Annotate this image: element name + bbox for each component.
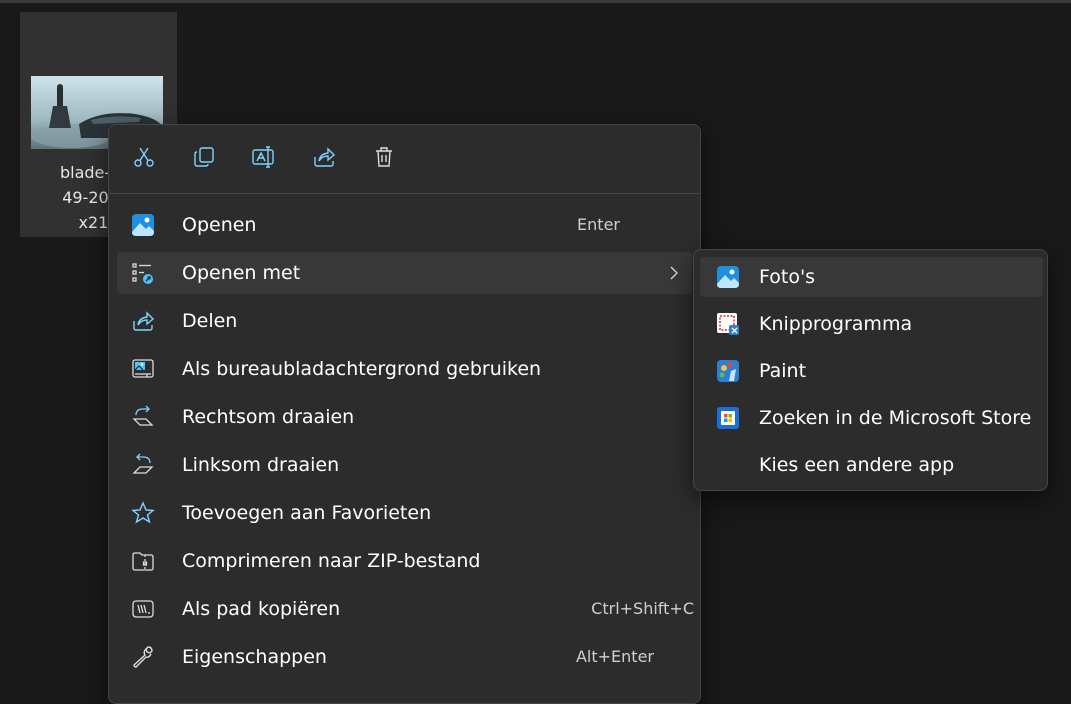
menu-item-label: Openen met xyxy=(182,262,301,284)
menu-item-properties[interactable]: Eigenschappen Alt+Enter xyxy=(117,636,692,678)
menu-item-label: Openen xyxy=(182,214,257,236)
menu-item-shortcut: Alt+Enter xyxy=(575,647,654,666)
share-icon xyxy=(131,309,155,333)
submenu-item-label: Zoeken in de Microsoft Store xyxy=(759,407,1032,429)
photos-icon xyxy=(131,213,155,237)
menu-item-label: Eigenschappen xyxy=(182,646,327,668)
menu-item-shortcut: Ctrl+Shift+C xyxy=(591,599,694,618)
window-top-border xyxy=(0,0,1071,3)
wallpaper-icon xyxy=(131,357,155,381)
menu-item-label: Als pad kopiëren xyxy=(182,598,341,620)
menu-item-set-wallpaper[interactable]: Als bureaubladachtergrond gebruiken xyxy=(117,348,692,390)
share-button[interactable] xyxy=(306,141,342,177)
menu-item-label: Delen xyxy=(182,310,238,332)
copy-path-icon xyxy=(131,597,155,621)
menu-item-shortcut: Enter xyxy=(577,215,620,234)
share-icon xyxy=(312,145,336,173)
snipping-tool-icon xyxy=(716,312,740,336)
submenu-item-photos[interactable]: Foto's xyxy=(700,257,1043,297)
menu-item-label: Toevoegen aan Favorieten xyxy=(182,502,432,524)
menu-item-add-favorites[interactable]: Toevoegen aan Favorieten xyxy=(117,492,692,534)
paint-icon xyxy=(716,359,740,383)
delete-icon xyxy=(372,145,396,173)
menu-item-open-with[interactable]: Openen met xyxy=(117,252,692,294)
submenu-item-choose-other-app[interactable]: Kies een andere app xyxy=(700,445,1043,485)
photos-app-icon xyxy=(716,265,740,289)
zip-folder-icon xyxy=(131,549,155,573)
copy-button[interactable] xyxy=(186,141,222,177)
submenu-item-label: Foto's xyxy=(759,266,816,288)
menu-item-label: Rechtsom draaien xyxy=(182,406,355,428)
rename-button[interactable] xyxy=(246,141,282,177)
menu-item-share[interactable]: Delen xyxy=(117,300,692,342)
menu-item-label: Als bureaubladachtergrond gebruiken xyxy=(182,358,542,380)
copy-icon xyxy=(192,145,216,173)
submenu-item-snipping-tool[interactable]: Knipprogramma xyxy=(700,304,1043,344)
submenu-item-label: Knipprogramma xyxy=(759,313,913,335)
open-with-icon xyxy=(131,261,155,285)
rotate-right-icon xyxy=(131,405,155,429)
menu-item-rotate-right[interactable]: Rechtsom draaien xyxy=(117,396,692,438)
menu-item-rotate-left[interactable]: Linksom draaien xyxy=(117,444,692,486)
menu-separator xyxy=(109,193,700,194)
submenu-item-label: Kies een andere app xyxy=(759,454,955,476)
open-with-submenu: Foto's Knipprogramma Paint Zoeken in de … xyxy=(693,249,1048,491)
rename-icon xyxy=(251,145,277,173)
menu-item-label: Comprimeren naar ZIP-bestand xyxy=(182,550,481,572)
cut-icon xyxy=(132,145,156,173)
menu-item-label: Linksom draaien xyxy=(182,454,340,476)
microsoft-store-icon xyxy=(716,406,740,430)
star-icon xyxy=(131,501,155,525)
menu-item-copy-path[interactable]: Als pad kopiëren Ctrl+Shift+C xyxy=(117,588,694,630)
chevron-right-icon xyxy=(668,263,680,287)
menu-item-compress-zip[interactable]: Comprimeren naar ZIP-bestand xyxy=(117,540,692,582)
context-menu: Openen Enter Openen met Delen Als bureau… xyxy=(108,124,701,704)
delete-button[interactable] xyxy=(366,141,402,177)
submenu-item-paint[interactable]: Paint xyxy=(700,351,1043,391)
quick-actions-bar xyxy=(109,125,700,193)
menu-item-open[interactable]: Openen Enter xyxy=(117,204,692,246)
wrench-icon xyxy=(131,645,155,669)
submenu-item-microsoft-store[interactable]: Zoeken in de Microsoft Store xyxy=(700,398,1043,438)
rotate-left-icon xyxy=(131,453,155,477)
submenu-item-label: Paint xyxy=(759,360,807,382)
cut-button[interactable] xyxy=(126,141,162,177)
